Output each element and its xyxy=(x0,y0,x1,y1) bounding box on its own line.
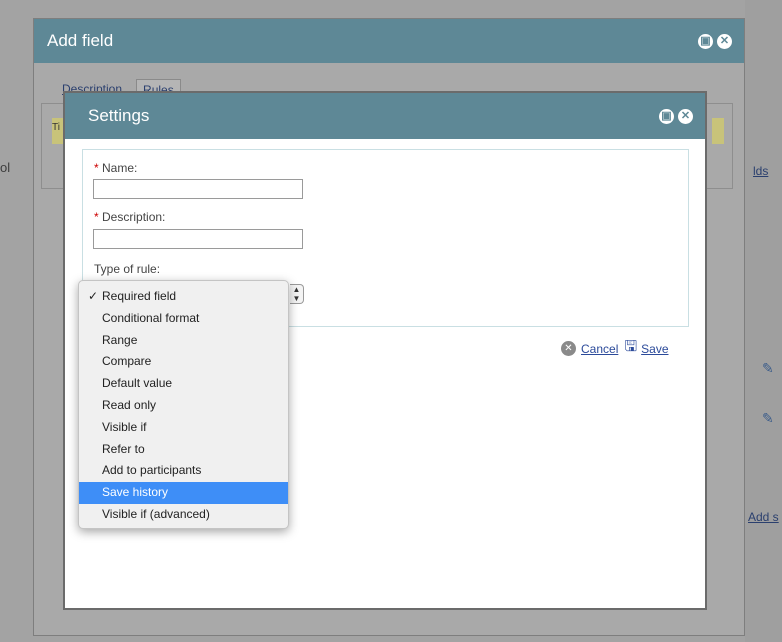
highlight-text: Ti xyxy=(52,122,60,133)
menu-item-save-history[interactable]: Save history xyxy=(79,482,288,504)
maximize-icon[interactable]: ▣ xyxy=(698,33,713,49)
add-field-dialog-title: Add field xyxy=(47,31,114,50)
required-marker: * xyxy=(94,161,99,175)
required-marker: * xyxy=(94,210,99,224)
name-label: * Name: xyxy=(94,161,138,175)
menu-item-refer-to[interactable]: Refer to xyxy=(79,439,288,461)
pencil-icon[interactable]: ✎ xyxy=(762,410,774,427)
menu-item-visible-if[interactable]: Visible if xyxy=(79,417,288,439)
menu-item-range[interactable]: Range xyxy=(79,330,288,352)
settings-dialog-title: Settings xyxy=(88,106,150,125)
description-label: * Description: xyxy=(94,210,166,224)
background-add-link[interactable]: Add s xyxy=(748,510,779,524)
menu-item-read-only[interactable]: Read only xyxy=(79,395,288,417)
rule-type-label: Type of rule: xyxy=(94,262,161,276)
pencil-icon[interactable]: ✎ xyxy=(762,360,774,377)
maximize-icon[interactable]: ▣ xyxy=(659,108,674,124)
description-field[interactable] xyxy=(93,229,303,249)
rule-type-select-arrows[interactable]: ▲ ▼ xyxy=(290,284,304,304)
save-button[interactable]: Save xyxy=(641,342,668,356)
rule-type-dropdown: ✓ Required field Conditional format Rang… xyxy=(78,280,289,529)
floppy-disk-icon[interactable]: 🖫 xyxy=(624,336,637,361)
cancel-button[interactable]: Cancel xyxy=(581,342,618,356)
menu-item-compare[interactable]: Compare xyxy=(79,351,288,373)
settings-dialog-header: Settings ▣ ✕ xyxy=(65,93,705,139)
menu-item-default-value[interactable]: Default value xyxy=(79,373,288,395)
menu-item-add-to-participants[interactable]: Add to participants xyxy=(79,460,288,482)
checkmark-icon: ✓ xyxy=(88,289,99,303)
menu-item-visible-if-advanced[interactable]: Visible if (advanced) xyxy=(79,504,288,526)
close-icon[interactable]: ✕ xyxy=(678,108,693,124)
name-field[interactable] xyxy=(93,179,303,199)
menu-item-required-field[interactable]: ✓ Required field xyxy=(79,286,288,308)
add-field-dialog-header: Add field ▣ ✕ xyxy=(34,19,744,63)
highlight-right xyxy=(712,118,724,144)
close-icon[interactable]: ✕ xyxy=(717,33,732,49)
menu-item-conditional-format[interactable]: Conditional format xyxy=(79,308,288,330)
background-fields-link[interactable]: lds xyxy=(753,164,768,178)
cancel-icon[interactable]: ✕ xyxy=(561,341,576,356)
dialog-actions: ✕ Cancel 🖫 Save xyxy=(561,336,669,361)
background-right-panel xyxy=(745,0,782,642)
background-text-fragment: ol xyxy=(0,160,11,175)
